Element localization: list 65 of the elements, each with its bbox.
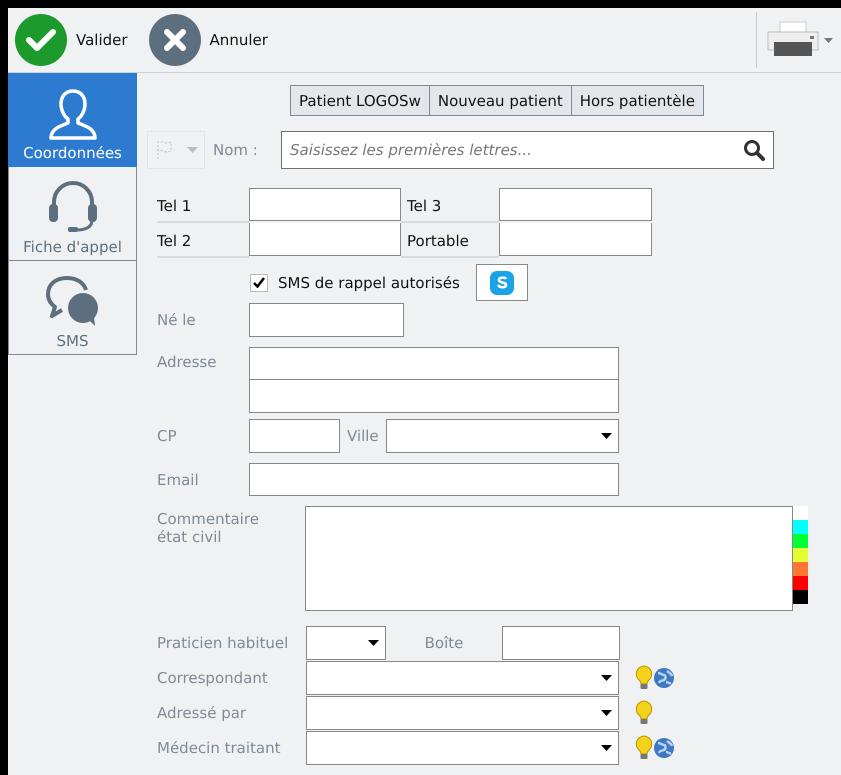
- color-swatch[interactable]: [793, 506, 808, 520]
- address-label: Adresse: [157, 353, 218, 371]
- comment-label: Commentaire état civil: [157, 510, 260, 548]
- referral-dropdown[interactable]: [306, 730, 619, 764]
- caret-icon[interactable]: [824, 38, 832, 42]
- person-icon: [48, 88, 98, 140]
- light-bulb-icon: [635, 664, 653, 690]
- checkbox-label: SMS de rappel autorisés: [278, 274, 460, 292]
- address-field[interactable]: [249, 380, 619, 413]
- color-swatch[interactable]: [793, 548, 808, 562]
- light-bulb-icon: [635, 700, 653, 726]
- sidebar-tab[interactable]: Coordonnées: [8, 73, 137, 167]
- globe-icon: [653, 736, 675, 758]
- skype-icon: [488, 270, 515, 296]
- referral-label: Adressé par: [157, 704, 248, 722]
- city-dropdown[interactable]: [386, 419, 619, 453]
- light-bulb-icon: [635, 734, 653, 760]
- email-field[interactable]: [249, 463, 619, 496]
- skype-button[interactable]: [476, 264, 528, 301]
- checkmark-icon: [14, 13, 68, 67]
- caret-icon: [601, 744, 612, 750]
- sms-chat-icon: [44, 274, 100, 328]
- caret-icon: [601, 674, 612, 680]
- practitioner-label: Praticien habituel: [157, 634, 290, 652]
- phone-field[interactable]: [249, 223, 401, 256]
- phone-field[interactable]: [499, 188, 652, 221]
- patient-type-button[interactable]: Patient LOGOSw: [290, 85, 430, 116]
- referral-dropdown[interactable]: [306, 660, 619, 694]
- color-swatch[interactable]: [793, 576, 808, 590]
- birth-date-label: Né le: [157, 311, 197, 329]
- comment-field[interactable]: [305, 506, 793, 611]
- practitioner-dropdown[interactable]: [306, 626, 386, 660]
- referral-dropdown[interactable]: [306, 696, 619, 730]
- color-swatch[interactable]: [793, 520, 808, 534]
- cancel-button[interactable]: Annuler: [148, 13, 268, 67]
- city-label: Ville: [347, 427, 379, 445]
- mailbox-field[interactable]: [502, 626, 620, 660]
- referral-label: Médecin traitant: [157, 738, 282, 756]
- postcode-field[interactable]: [249, 419, 340, 453]
- globe-icon: [653, 666, 675, 688]
- close-icon: [148, 13, 202, 67]
- caret-icon: [186, 147, 198, 153]
- patient-type-button[interactable]: Nouveau patient: [430, 85, 572, 116]
- birth-date-field[interactable]: [249, 303, 404, 337]
- phone-field[interactable]: [249, 188, 401, 221]
- color-swatch[interactable]: [793, 534, 808, 548]
- phone-field[interactable]: [499, 223, 652, 256]
- referral-label: Correspondant: [157, 668, 269, 686]
- postcode-label: CP: [157, 427, 178, 445]
- address-field[interactable]: [249, 347, 619, 380]
- checkbox[interactable]: [250, 274, 268, 292]
- search-field[interactable]: Saisissez les premières lettres...: [281, 131, 774, 169]
- validate-button[interactable]: Valider: [14, 13, 128, 67]
- color-swatch[interactable]: [793, 562, 808, 576]
- patient-type-button[interactable]: Hors patientèle: [572, 85, 704, 116]
- sidebar-tab[interactable]: Fiche d'appel: [8, 167, 137, 261]
- caret-icon: [368, 640, 379, 646]
- mailbox-label: Boîte: [424, 634, 464, 652]
- name-label: Nom :: [212, 141, 259, 159]
- search-icon[interactable]: [743, 139, 765, 161]
- sidebar-tab[interactable]: SMS: [8, 261, 137, 355]
- caret-icon: [601, 710, 612, 716]
- color-swatch[interactable]: [793, 590, 808, 604]
- caret-icon: [600, 433, 612, 439]
- email-label: Email: [157, 470, 200, 488]
